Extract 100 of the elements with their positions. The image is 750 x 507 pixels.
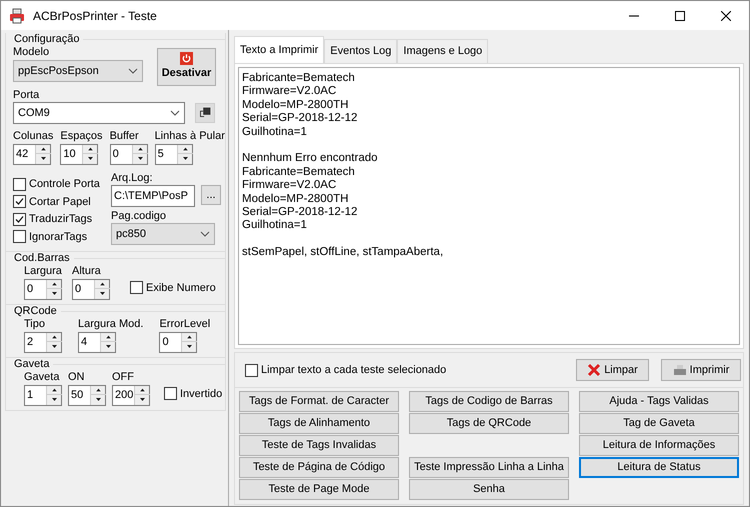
checkbox[interactable]: Invertido (164, 386, 222, 402)
spin-arrows-icon[interactable] (132, 145, 147, 164)
close-icon[interactable] (721, 10, 731, 20)
spin-arrows-icon[interactable] (82, 145, 98, 164)
text-line: Modelo=MP-2800TH (242, 98, 348, 112)
text-line: Fabricante=Bematech (242, 166, 355, 180)
command-button[interactable]: Leitura de Informações (579, 435, 739, 456)
chevron-icon (200, 231, 210, 237)
spin-arrows-icon[interactable] (94, 280, 109, 299)
command-button[interactable]: Teste de Tags Invalidas (239, 435, 399, 456)
group-title: Cod.Barras (13, 252, 70, 264)
field-label: ON (68, 370, 86, 385)
tab[interactable]: Imagens e Logo (397, 39, 488, 63)
spin-field[interactable]: 1 (24, 385, 62, 406)
field-label: Largura Mod. (78, 317, 144, 332)
text-line: Firmware=V2.0AC (242, 85, 336, 99)
spin-arrows-icon[interactable] (35, 145, 50, 164)
chevron-icon (170, 110, 180, 116)
spin-field[interactable]: 50 (68, 385, 106, 406)
text-line: stSemPapel, stOffLine, stTampaAberta, (242, 246, 444, 260)
printer-icon (9, 8, 25, 24)
text-line: Serial=GP-2018-12-12 (242, 112, 358, 126)
field-label: Largura (24, 264, 62, 279)
dropdown[interactable]: COM9 (13, 102, 185, 124)
check-icon (14, 196, 25, 208)
command-button[interactable]: Tags de Alinhamento (239, 413, 399, 434)
command-button[interactable]: Tag de Gaveta (579, 413, 739, 434)
spin-field[interactable]: 10 (60, 144, 98, 165)
clear-button[interactable]: Limpar (576, 359, 649, 381)
text-line: Firmware=V2.0AC (242, 179, 336, 193)
power-icon (180, 52, 193, 66)
command-button[interactable]: Tags de Format. de Caracter (239, 391, 399, 412)
printer-icon (672, 363, 687, 377)
field-label: Tipo (24, 317, 46, 332)
spin-field[interactable]: 42 (13, 144, 51, 165)
field-label: Modelo (13, 45, 50, 60)
cross-icon (587, 363, 602, 377)
checkbox[interactable]: Exibe Numero (130, 280, 216, 296)
spin-field[interactable]: 200 (112, 385, 150, 406)
checkbox[interactable]: Cortar Papel (13, 194, 111, 210)
field-label: Linhas à Pular (154, 129, 225, 144)
field-label: Altura (72, 264, 102, 279)
browse-button[interactable]: ... (201, 185, 221, 205)
spin-arrows-icon[interactable] (134, 386, 149, 405)
maximize-icon[interactable] (675, 10, 685, 20)
window-title: ACBrPosPrinter - Teste (33, 8, 157, 24)
text-line: Nennhum Erro encontrado (242, 152, 378, 166)
field-label: Arq.Log: (111, 171, 154, 185)
check-icon (14, 214, 25, 225)
dropdown[interactable]: ppEscPosEpson (13, 60, 143, 82)
field-label: Colunas (13, 129, 54, 144)
spin-arrows-icon[interactable] (46, 386, 61, 405)
command-button[interactable]: Leitura de Status (579, 457, 739, 478)
field-label: Buffer (110, 129, 140, 144)
checkbox[interactable]: Controle Porta (13, 176, 111, 192)
group-title: Configuração (13, 33, 80, 45)
chevron-icon (128, 68, 138, 74)
log-path-field[interactable]: C:\TEMP\PosP (111, 185, 195, 207)
field-label: Gaveta (24, 370, 60, 385)
field-label: Porta (13, 88, 40, 102)
spin-field[interactable]: 0 (110, 144, 148, 165)
spin-field[interactable]: 5 (154, 144, 193, 165)
spin-field[interactable]: 0 (159, 332, 198, 353)
spin-arrows-icon[interactable] (181, 333, 196, 352)
spin-arrows-icon[interactable] (90, 386, 105, 405)
tab[interactable]: Eventos Log (324, 39, 398, 63)
text-line: Fabricante=Bematech (242, 72, 355, 86)
command-button[interactable]: Tags de Codigo de Barras (409, 391, 569, 412)
spin-arrows-icon[interactable] (100, 333, 115, 352)
command-button[interactable]: Teste de Page Mode (239, 479, 399, 500)
field-label: ErrorLevel (159, 317, 210, 332)
command-button[interactable]: Ajuda - Tags Validas (579, 391, 739, 412)
disable-button[interactable]: Desativar (157, 48, 216, 86)
checkbox[interactable]: IgnorarTags (13, 228, 111, 245)
command-button[interactable]: Tags de QRCode (409, 413, 569, 434)
spin-arrows-icon[interactable] (46, 280, 61, 299)
command-button[interactable]: Senha (409, 479, 569, 500)
field-label: OFF (112, 370, 135, 385)
spin-field[interactable]: 2 (24, 332, 62, 353)
checkbox[interactable]: Limpar texto a cada teste selecionado (245, 362, 446, 378)
group-title: QRCode (13, 305, 57, 317)
connector-icon[interactable] (195, 103, 215, 123)
dropdown[interactable]: pc850 (111, 223, 215, 245)
text-line: Guilhotina=1 (242, 219, 307, 233)
command-button[interactable]: Teste de Página de Código (239, 457, 399, 478)
spin-arrows-icon[interactable] (176, 145, 192, 164)
spin-field[interactable]: 0 (72, 279, 110, 300)
print-button[interactable]: Imprimir (661, 359, 741, 381)
text-line: Guilhotina=1 (242, 126, 307, 140)
group-title: Gaveta (13, 358, 50, 370)
field-label: Espaços (60, 129, 103, 144)
checkbox[interactable]: TraduzirTags (13, 211, 111, 228)
text-line: Serial=GP-2018-12-12 (242, 206, 358, 220)
text-area[interactable] (238, 67, 740, 345)
field-label: Pag.codigo (111, 209, 168, 223)
spin-field[interactable]: 4 (78, 332, 116, 353)
spin-arrows-icon[interactable] (46, 333, 61, 352)
tab[interactable]: Texto a Imprimir (234, 36, 324, 63)
spin-field[interactable]: 0 (24, 279, 62, 300)
command-button[interactable]: Teste Impressão Linha a Linha (409, 457, 569, 478)
